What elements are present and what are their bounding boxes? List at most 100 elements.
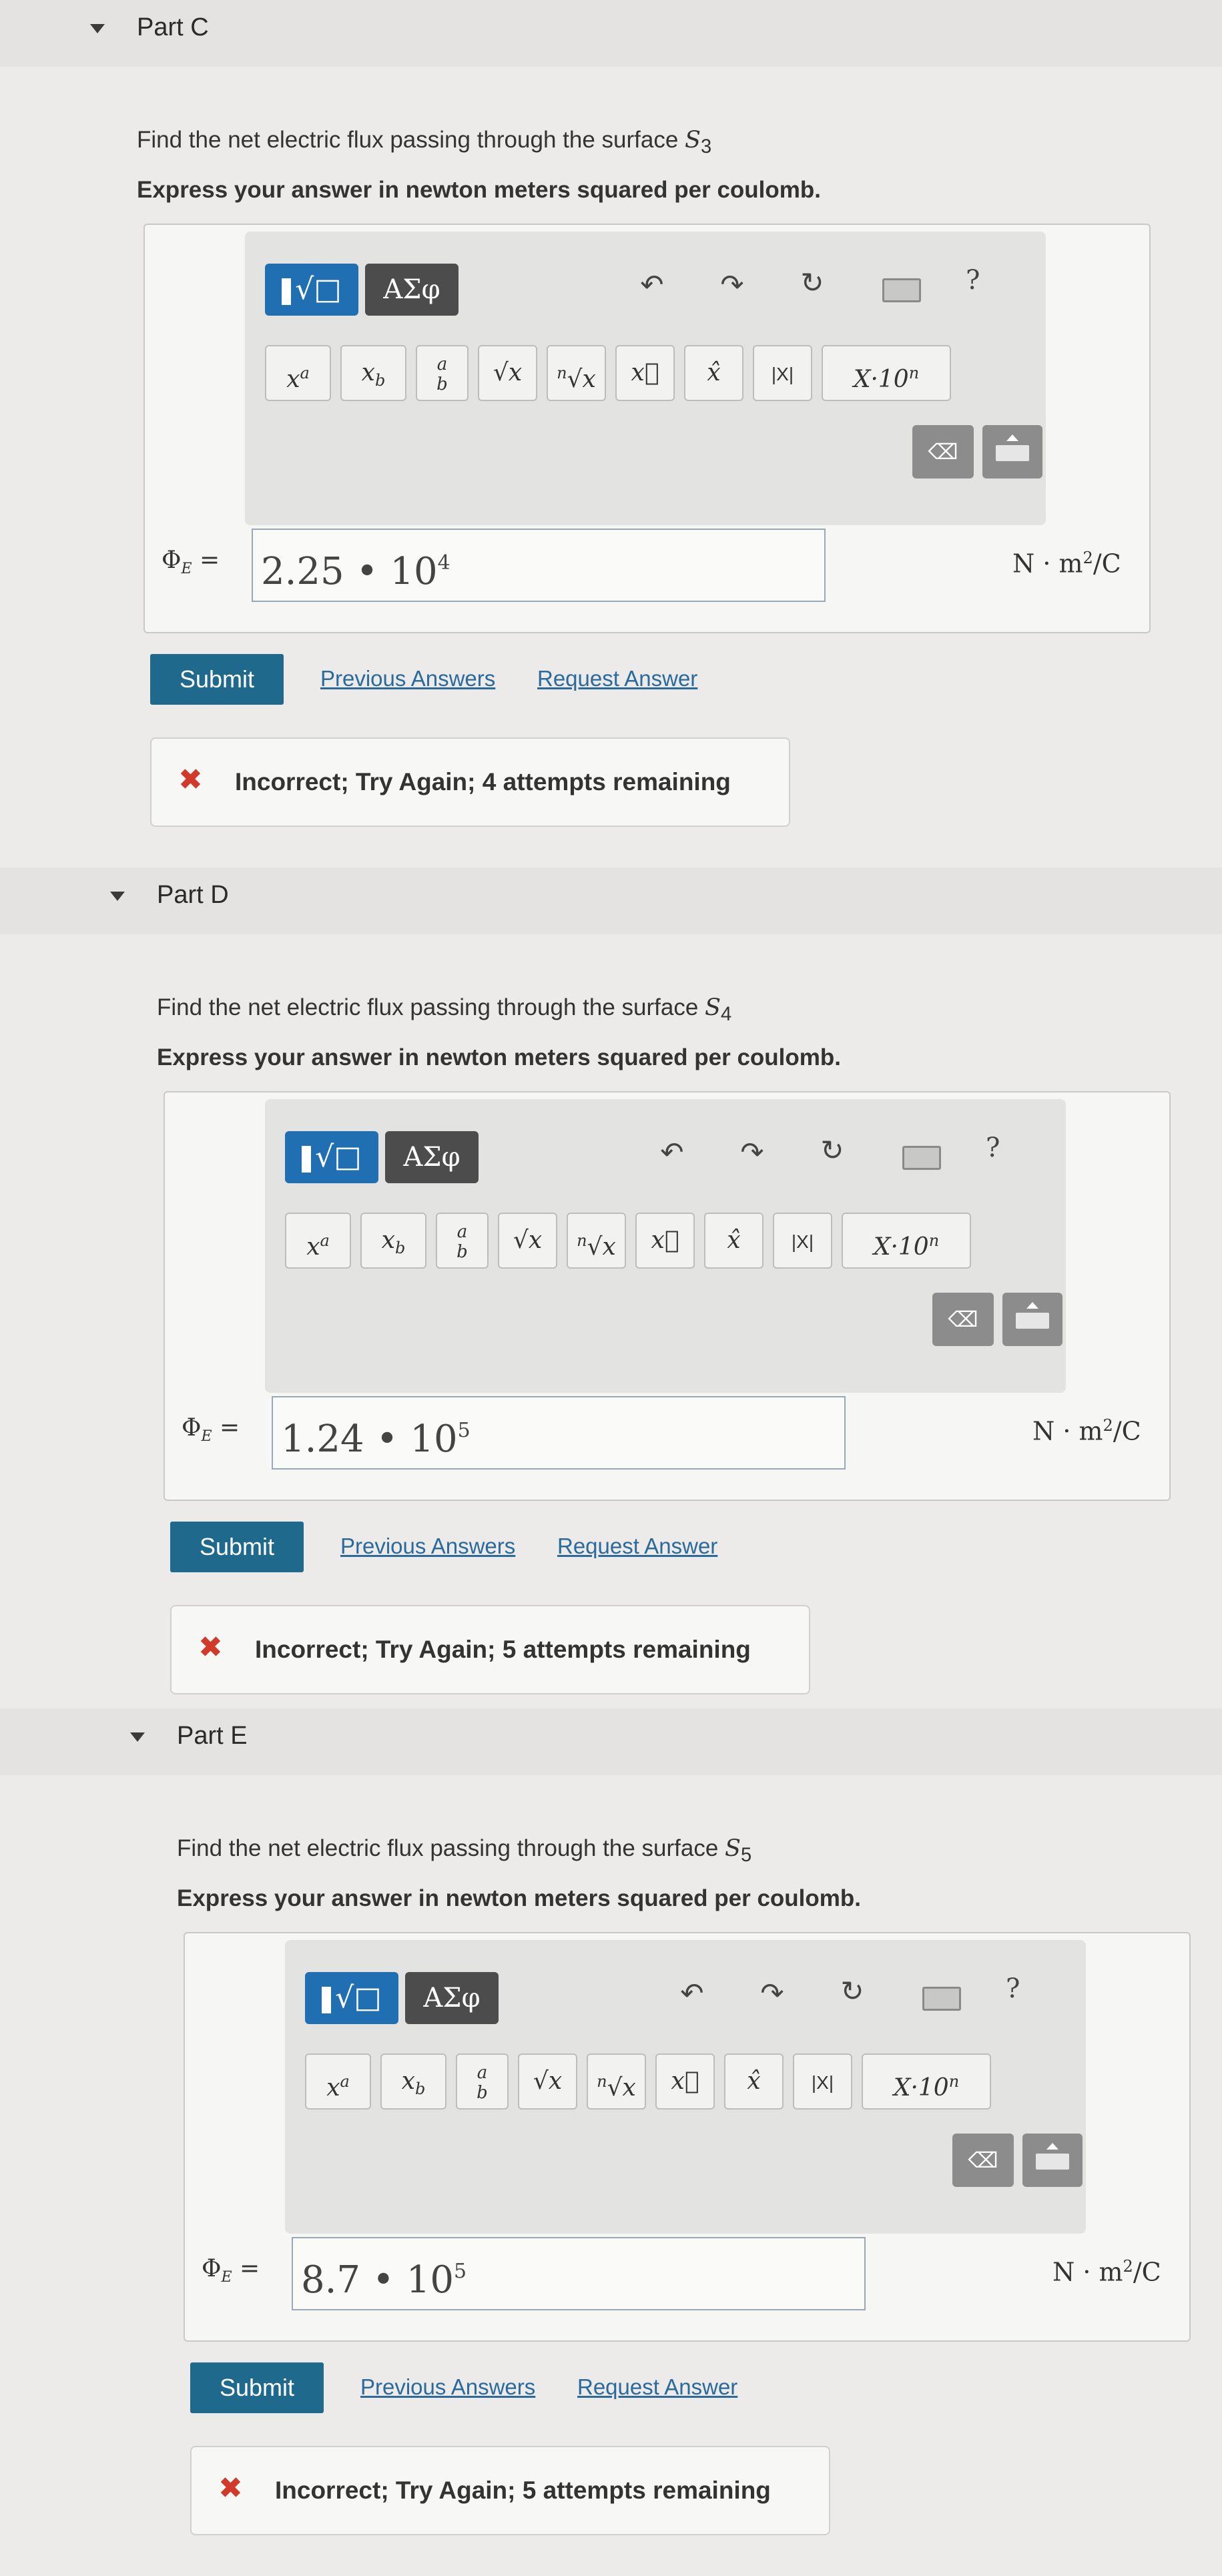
sqrt-key[interactable]: √x [518,2053,577,2110]
request-answer-link[interactable]: Request Answer [577,2374,737,2400]
nth-root-key[interactable]: n√x [567,1213,626,1269]
superscript-key[interactable]: xa [305,2053,371,2110]
unit-vector-key[interactable]: x̂ [724,2053,784,2110]
part-section: Part D Find the net electric flux passing… [0,868,1222,1735]
collapse-caret-icon[interactable] [110,892,125,901]
unit-vector-key[interactable]: x̂ [704,1213,763,1269]
backspace-button[interactable]: ⌫ [932,1293,994,1346]
templates-button[interactable]: √□ [265,264,358,316]
subscript-key[interactable]: xb [380,2053,446,2110]
answer-box: √□ ΑΣφ ↶ ↷ ↻? xa xb a b √x n√x x⃗ x̂ |X| X·10n ⌫ ΦE = 2.2… [143,224,1151,633]
previous-answers-link[interactable]: Previous Answers [360,2374,535,2400]
feedback-message: ✖ Incorrect; Try Again; 5 attempts remain… [190,2446,830,2535]
fraction-key[interactable]: ab [416,345,469,401]
reset-icon[interactable]: ↻ [812,1134,852,1167]
abs-value-key[interactable]: |X| [793,2053,852,2110]
backspace-button[interactable]: ⌫ [912,425,974,478]
submit-button[interactable]: Submit [170,1522,304,1572]
templates-button[interactable]: √□ [285,1131,378,1183]
feedback-text: Incorrect; Try Again; 4 attempts remaini… [235,768,731,795]
help-icon[interactable]: ? [986,1133,1000,1163]
help-icon[interactable]: ? [1006,1973,1020,2004]
abs-value-key[interactable]: |X| [753,345,812,401]
nth-root-key[interactable]: n√x [547,345,606,401]
submit-button[interactable]: Submit [150,654,284,705]
reset-icon[interactable]: ↻ [832,1975,872,2007]
redo-icon[interactable]: ↷ [752,1977,792,2009]
keyboard-toggle-button[interactable] [1022,2134,1083,2187]
answer-box: √□ ΑΣφ ↶ ↷ ↻? xa xb a b √x n√x x⃗ x̂ |X| X·10n ⌫ ΦE = 1.2… [164,1091,1171,1501]
subscript-key[interactable]: xb [360,1213,426,1269]
vector-key[interactable]: x⃗ [635,1213,695,1269]
answer-exponent: 5 [457,1419,471,1442]
templates-button[interactable]: √□ [305,1972,398,2024]
undo-icon[interactable]: ↶ [632,268,672,301]
keyboard-icon[interactable] [902,1146,941,1170]
collapse-caret-icon[interactable] [90,24,105,33]
superscript-key[interactable]: xa [265,345,331,401]
keyboard-icon [1036,2154,1069,2170]
sci-notation-key[interactable]: X·10n [862,2053,991,2110]
keyboard-toggle-button[interactable] [1002,1293,1062,1346]
incorrect-x-icon: ✖ [198,1631,223,1664]
part-section: Part E Find the net electric flux passing… [0,1708,1222,2576]
superscript-key[interactable]: xa [285,1213,351,1269]
previous-answers-link[interactable]: Previous Answers [340,1534,515,1559]
vector-key[interactable]: x⃗ [655,2053,715,2110]
math-toolbar: √□ ΑΣφ ↶ ↷ ↻? xa xb a b √x n√x x⃗ x̂ |X| X·10n ⌫ [265,1099,1066,1393]
fraction-key[interactable]: ab [456,2053,509,2110]
feedback-message: ✖ Incorrect; Try Again; 4 attempts remain… [150,737,790,827]
redo-icon[interactable]: ↷ [712,268,752,301]
previous-answers-link[interactable]: Previous Answers [320,666,495,691]
keyboard-toggle-button[interactable] [982,425,1042,478]
templates-label: √□ [295,272,342,306]
answer-exponent: 5 [453,2260,467,2283]
question-text: Find the net electric flux passing throu… [137,127,711,158]
request-answer-link[interactable]: Request Answer [557,1534,717,1559]
keyboard-icon[interactable] [922,1987,961,2011]
sqrt-key[interactable]: √x [498,1213,557,1269]
fraction-key[interactable]: ab [436,1213,489,1269]
keyboard-icon[interactable] [882,278,921,302]
undo-icon[interactable]: ↶ [652,1136,692,1169]
answer-input[interactable]: 2.25 • 104 [252,529,826,602]
part-section: Part C Find the net electric flux passing… [0,0,1222,868]
answer-input[interactable]: 8.7 • 105 [292,2237,866,2310]
greek-symbols-button[interactable]: ΑΣφ [405,1972,499,2024]
part-title: Part C [137,13,209,41]
greek-symbols-button[interactable]: ΑΣφ [385,1131,479,1183]
request-answer-link[interactable]: Request Answer [537,666,697,691]
vector-key[interactable]: x⃗ [615,345,675,401]
equals-sign: = [200,547,220,574]
sci-notation-key[interactable]: X·10n [842,1213,971,1269]
subscript-key[interactable]: xb [340,345,406,401]
keyboard-icon [1016,1313,1049,1329]
units-exponent: 2 [1083,549,1093,567]
sci-notation-key[interactable]: X·10n [822,345,951,401]
units-prefix: N · m [1052,2257,1123,2287]
reset-icon[interactable]: ↻ [792,266,832,299]
answer-exponent: 4 [437,551,450,575]
sqrt-key[interactable]: √x [478,345,537,401]
submit-button[interactable]: Submit [190,2362,324,2413]
question-prefix: Find the net electric flux passing throu… [177,1835,719,1861]
answer-input[interactable]: 1.24 • 105 [272,1396,846,1470]
surface-symbol: S [725,1835,741,1862]
unit-vector-key[interactable]: x̂ [684,345,743,401]
nth-root-key[interactable]: n√x [587,2053,646,2110]
math-toolbar: √□ ΑΣφ ↶ ↷ ↻? xa xb a b √x n√x x⃗ x̂ |X| X·10n ⌫ [285,1940,1086,2234]
phi-label: ΦE = [202,2255,260,2286]
cursor-block [282,278,292,305]
templates-label: √□ [315,1140,362,1174]
templates-label: √□ [335,1981,382,2015]
part-title: Part D [157,881,229,909]
help-icon[interactable]: ? [966,265,980,296]
redo-icon[interactable]: ↷ [732,1136,772,1169]
abs-value-key[interactable]: |X| [773,1213,832,1269]
collapse-caret-icon[interactable] [130,1732,145,1742]
phi-subscript: E [201,1428,212,1445]
feedback-text: Incorrect; Try Again; 5 attempts remaini… [275,2477,771,2504]
undo-icon[interactable]: ↶ [672,1977,712,2009]
backspace-button[interactable]: ⌫ [952,2134,1014,2187]
greek-symbols-button[interactable]: ΑΣφ [365,264,459,316]
